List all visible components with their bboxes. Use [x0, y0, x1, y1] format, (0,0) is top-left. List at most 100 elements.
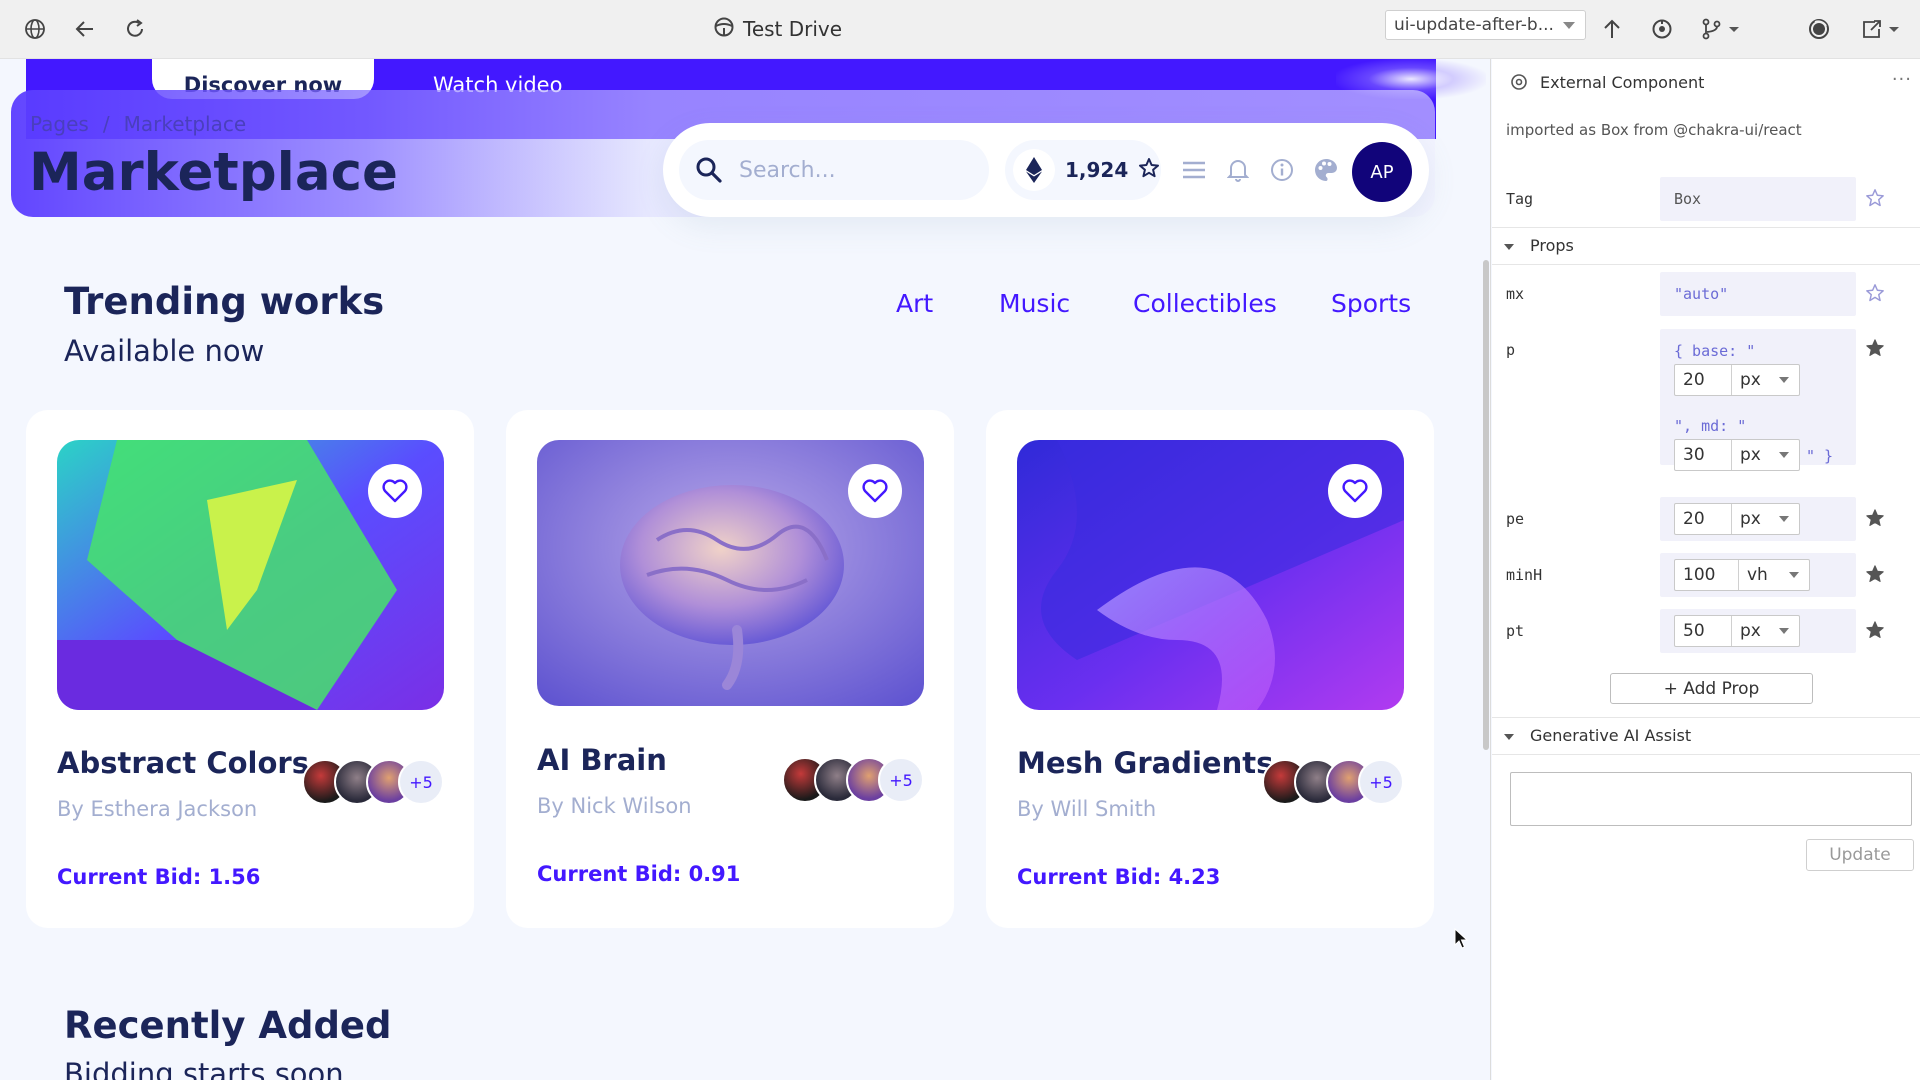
credits-badge[interactable]: 1,924	[1005, 140, 1161, 200]
bell-icon[interactable]	[1223, 155, 1253, 185]
current-bid: Current Bid: 4.23	[1017, 865, 1221, 889]
star-outline-icon[interactable]	[1864, 282, 1886, 304]
star-filled-icon[interactable]	[1864, 507, 1886, 529]
top-navbar: Pages / Marketplace Marketplace 1,924	[11, 90, 1435, 217]
prop-p-md-value[interactable]: 30	[1675, 440, 1732, 470]
browser-toolbar: Test Drive ui-update-after-b...	[0, 0, 1920, 59]
prop-pt-value[interactable]: 50	[1675, 616, 1732, 646]
git-branch-icon[interactable]	[1697, 14, 1745, 44]
nft-card[interactable]: Mesh Gradients By Will Smith +5 Current …	[986, 410, 1434, 928]
properties-panel: External Component ··· imported as Box f…	[1492, 59, 1920, 1080]
prop-p-md-unit[interactable]: px	[1732, 440, 1799, 470]
add-prop-button[interactable]: + Add Prop	[1610, 673, 1813, 704]
tag-value: Box	[1674, 190, 1702, 208]
current-bid: Current Bid: 0.91	[537, 862, 741, 886]
favorite-heart-icon[interactable]	[848, 464, 902, 518]
prop-p-label: p	[1506, 341, 1516, 359]
card-title: Mesh Gradients	[1017, 746, 1274, 780]
navbar-actions: 1,924 AP	[663, 123, 1429, 217]
ethereum-icon	[1013, 149, 1055, 191]
nft-card[interactable]: AI Brain By Nick Wilson +5 Current Bid: …	[506, 410, 954, 928]
branch-select[interactable]: ui-update-after-b...	[1385, 10, 1586, 40]
chevron-down-icon	[1779, 628, 1789, 639]
card-title: Abstract Colors	[57, 746, 309, 780]
tab-art[interactable]: Art	[896, 289, 933, 318]
ai-section-toggle[interactable]: Generative AI Assist	[1492, 718, 1920, 754]
component-icon	[1510, 73, 1528, 95]
app-preview: Discover now Watch video Pages / Marketp…	[0, 59, 1490, 1080]
menu-icon[interactable]	[1179, 155, 1209, 185]
user-avatar[interactable]: AP	[1352, 142, 1412, 202]
breadcrumb-pages[interactable]: Pages	[30, 112, 89, 136]
trending-subtitle: Available now	[64, 334, 265, 368]
prop-p-md-text: ", md: "	[1674, 417, 1747, 435]
page-title: Marketplace	[29, 142, 398, 203]
props-section-toggle[interactable]: Props	[1492, 228, 1920, 264]
more-bidders-count: +5	[398, 759, 444, 805]
star-filled-icon[interactable]	[1864, 619, 1886, 641]
unit-label: px	[1740, 509, 1761, 529]
search-icon	[695, 156, 723, 188]
preview-toggle-icon[interactable]	[1804, 14, 1834, 44]
bidder-avatars: +5	[1262, 759, 1406, 805]
favorite-heart-icon[interactable]	[368, 464, 422, 518]
chevron-down-icon	[1779, 377, 1789, 388]
prop-mx-label: mx	[1506, 285, 1525, 303]
unit-label: vh	[1747, 565, 1768, 585]
push-arrow-up-icon[interactable]	[1597, 14, 1627, 44]
nft-card[interactable]: Abstract Colors By Esthera Jackson +5 Cu…	[26, 410, 474, 928]
prop-minh-label: minH	[1506, 566, 1543, 584]
caret-down-icon	[1504, 734, 1514, 745]
chevron-down-icon	[1779, 452, 1789, 463]
star-filled-icon[interactable]	[1864, 563, 1886, 585]
prop-p-close: " }	[1806, 447, 1834, 465]
info-icon[interactable]	[1267, 155, 1297, 185]
tab-sports[interactable]: Sports	[1331, 289, 1411, 318]
prop-pt-unit[interactable]: px	[1732, 616, 1799, 646]
card-author: By Nick Wilson	[537, 794, 692, 818]
prop-minh-value[interactable]: 100	[1675, 560, 1739, 590]
chevron-down-icon	[1779, 516, 1789, 527]
ai-prompt-input[interactable]	[1510, 772, 1912, 826]
window-title: Test Drive	[713, 12, 842, 46]
steering-wheel-icon	[713, 16, 735, 43]
nft-image-ai-brain	[537, 440, 924, 706]
panel-title: External Component	[1540, 73, 1705, 92]
favorite-heart-icon[interactable]	[1328, 464, 1382, 518]
palette-icon[interactable]	[1311, 155, 1341, 185]
prop-minh-unit[interactable]: vh	[1739, 560, 1809, 590]
search-input[interactable]	[739, 154, 969, 186]
tab-music[interactable]: Music	[999, 289, 1070, 318]
breadcrumb-current[interactable]: Marketplace	[124, 112, 247, 136]
back-arrow-icon[interactable]	[70, 14, 100, 44]
prop-p-base-value[interactable]: 20	[1675, 365, 1732, 395]
panel-header: External Component ···	[1492, 59, 1920, 105]
prop-pe-unit[interactable]: px	[1732, 504, 1799, 534]
globe-icon[interactable]	[20, 14, 50, 44]
unit-label: px	[1740, 370, 1761, 390]
credits-value: 1,924	[1065, 158, 1129, 182]
prop-p-base-unit[interactable]: px	[1732, 365, 1799, 395]
pull-request-icon[interactable]	[1647, 14, 1677, 44]
reload-icon[interactable]	[120, 14, 150, 44]
tab-collectibles[interactable]: Collectibles	[1133, 289, 1277, 318]
more-options-icon[interactable]: ···	[1892, 69, 1912, 90]
prop-pe-value[interactable]: 20	[1675, 504, 1732, 534]
star-outline-icon[interactable]	[1864, 187, 1886, 209]
preview-scrollbar[interactable]	[1483, 260, 1489, 750]
panel-splitter[interactable]	[1490, 59, 1491, 1080]
import-info: imported as Box from @chakra-ui/react	[1506, 121, 1802, 139]
prop-pt-input[interactable]: 50 px	[1674, 615, 1800, 647]
prop-minh-input[interactable]: 100 vh	[1674, 559, 1810, 591]
nft-image-abstract-colors	[57, 440, 444, 710]
ai-section-label: Generative AI Assist	[1530, 726, 1692, 745]
update-button[interactable]: Update	[1806, 839, 1914, 871]
prop-pt-label: pt	[1506, 622, 1525, 640]
prop-p-md-field[interactable]: 30 px	[1674, 439, 1800, 471]
star-outline-icon	[1138, 157, 1160, 183]
share-icon[interactable]	[1857, 14, 1905, 44]
trending-title: Trending works	[64, 280, 385, 323]
prop-pe-input[interactable]: 20 px	[1674, 503, 1800, 535]
prop-p-base-field[interactable]: 20 px	[1674, 364, 1800, 396]
star-filled-icon[interactable]	[1864, 337, 1886, 359]
